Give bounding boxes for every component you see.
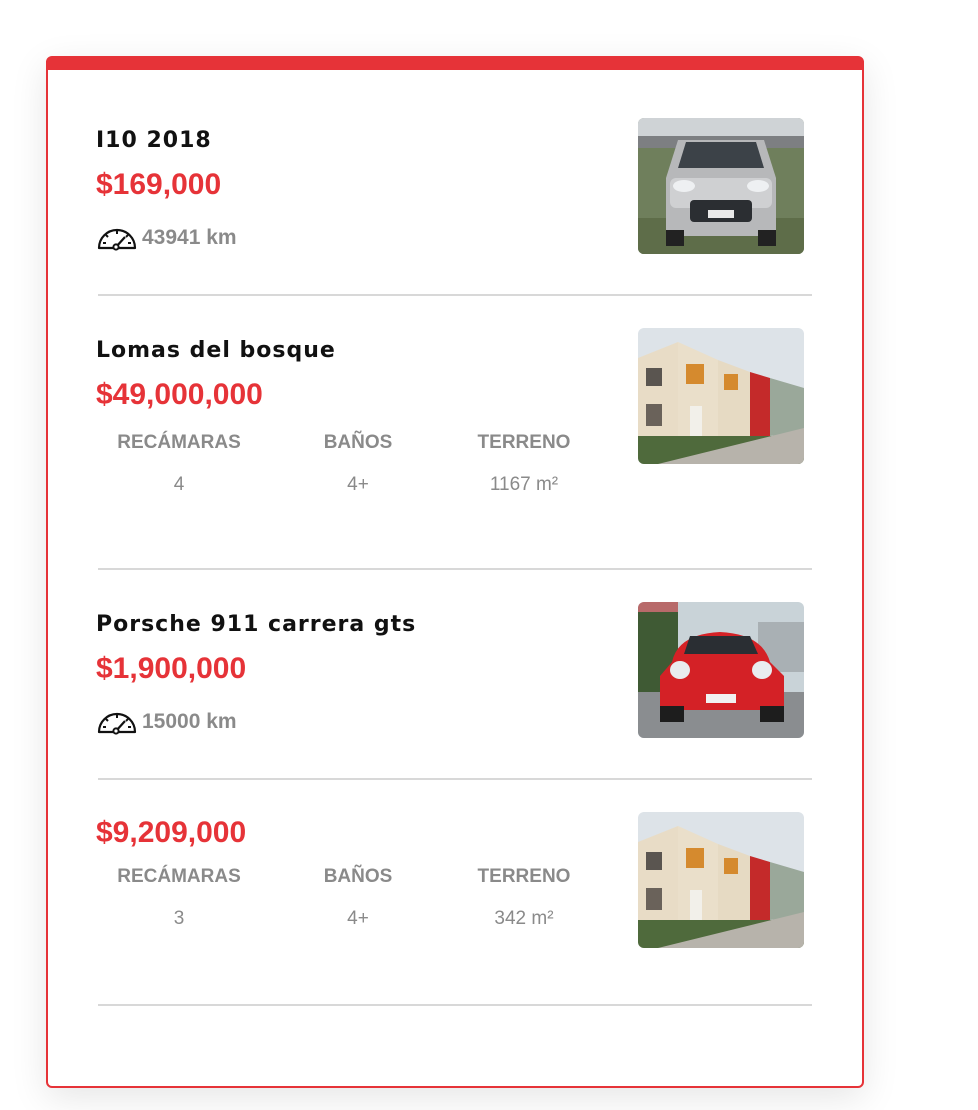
spec-label: BAÑOS	[323, 866, 393, 887]
spec-bathrooms: BAÑOS 4+	[273, 866, 443, 930]
spec-value: 342 m²	[494, 908, 554, 929]
spec-value: 3	[173, 908, 185, 929]
mileage-value: 15000 km	[142, 710, 237, 733]
car-photo-red-porsche-icon[interactable]	[638, 602, 804, 738]
divider	[98, 294, 812, 296]
mileage: 15000 km	[96, 709, 237, 735]
listing-item[interactable]: Lomas del bosque $49,000,000 RECÁMARAS 4…	[48, 300, 862, 570]
listing-title[interactable]: Lomas del bosque	[96, 338, 336, 363]
listing-price: $49,000,000	[96, 378, 263, 411]
spec-value: 1167 m²	[489, 474, 559, 495]
spec-label: TERRENO	[477, 866, 571, 887]
spec-value: 4+	[347, 474, 369, 495]
listing-price: $9,209,000	[96, 816, 247, 849]
spec-bedrooms: RECÁMARAS 4	[94, 432, 264, 496]
spec-value: 4+	[347, 908, 369, 929]
mileage-value: 43941 km	[142, 226, 237, 249]
spec-label: BAÑOS	[323, 432, 393, 453]
listing-price: $1,900,000	[96, 652, 247, 685]
spec-land: TERRENO 342 m²	[439, 866, 609, 930]
car-photo-silver-hatchback-icon[interactable]	[638, 118, 804, 254]
spec-label: RECÁMARAS	[117, 432, 241, 453]
spec-label: TERRENO	[477, 432, 571, 453]
listing-item[interactable]: Porsche 911 carrera gts $1,900,000 15000…	[48, 570, 862, 780]
divider	[98, 1004, 812, 1006]
speedometer-icon	[97, 712, 137, 735]
house-photo-townhouses-icon[interactable]	[638, 328, 804, 464]
spec-bathrooms: BAÑOS 4+	[273, 432, 443, 496]
mileage: 43941 km	[96, 225, 237, 251]
spec-label: RECÁMARAS	[117, 866, 241, 887]
spec-land: TERRENO 1167 m²	[439, 432, 609, 496]
spec-value: 4	[173, 474, 185, 495]
listings-card: I10 2018 $169,000 43941 km Lomas del bos…	[46, 56, 864, 1088]
listing-title[interactable]: I10 2018	[96, 128, 212, 153]
listing-title[interactable]: Porsche 911 carrera gts	[96, 612, 416, 637]
house-photo-townhouses-icon[interactable]	[638, 812, 804, 948]
spec-bedrooms: RECÁMARAS 3	[94, 866, 264, 930]
listing-item[interactable]: I10 2018 $169,000 43941 km	[48, 70, 862, 300]
speedometer-icon	[97, 228, 137, 251]
listing-price: $169,000	[96, 168, 222, 201]
listing-item[interactable]: $9,209,000 RECÁMARAS 3 BAÑOS 4+ TERRENO …	[48, 780, 862, 1010]
